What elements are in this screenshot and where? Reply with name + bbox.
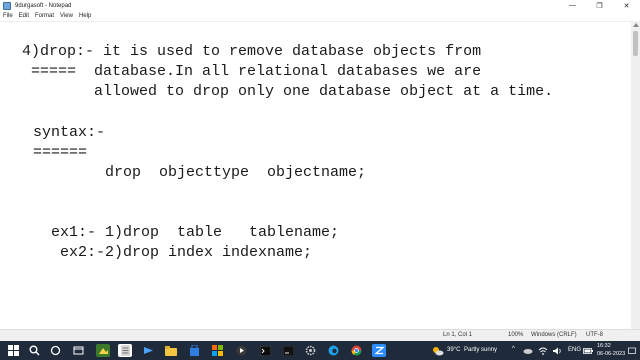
menu-bar: File Edit Format View Help: [0, 11, 640, 21]
menu-format[interactable]: Format: [32, 13, 57, 19]
menu-edit[interactable]: Edit: [16, 13, 32, 19]
clock-time[interactable]: 16:32: [597, 343, 611, 349]
zoom-level: 100%: [508, 332, 524, 338]
search-icon[interactable]: [27, 344, 41, 357]
weather-description: Partly sunny: [464, 347, 498, 353]
onedrive-icon[interactable]: [523, 344, 533, 357]
tray-overflow-icon[interactable]: ^: [512, 346, 515, 352]
text-line: ex1:- 1)drop table tablename;: [51, 224, 340, 241]
zoom-icon[interactable]: [372, 344, 386, 357]
scroll-thumb[interactable]: [633, 31, 638, 56]
weather-temp: 39°C: [447, 347, 461, 353]
folder-icon[interactable]: [164, 344, 178, 357]
menu-help[interactable]: Help: [76, 13, 94, 19]
text-line: syntax:-: [33, 124, 106, 141]
settings-icon[interactable]: [303, 344, 317, 357]
status-bar: Ln 1, Col 1 100% Windows (CRLF) UTF-8: [0, 329, 640, 341]
widgets-icon[interactable]: [210, 344, 224, 357]
text-line: 4)drop:- it is used to remove database o…: [22, 43, 482, 60]
windows-start-icon[interactable]: [6, 344, 20, 357]
text-line: allowed to drop only one database object…: [22, 83, 554, 100]
store-icon[interactable]: [187, 344, 201, 357]
wifi-icon[interactable]: [538, 344, 548, 357]
minimize-button[interactable]: —: [559, 0, 586, 11]
title-bar: 9durgasoft - Notepad — ❐ ✕: [0, 0, 640, 11]
edge-icon[interactable]: [326, 344, 340, 357]
task-view-icon[interactable]: [48, 344, 62, 357]
clock-date[interactable]: 06-06-2023: [597, 351, 625, 357]
text-line: ex2:-2)drop index indexname;: [60, 244, 313, 261]
browser-icon[interactable]: [141, 344, 155, 357]
scroll-up-icon[interactable]: [633, 23, 639, 27]
text-line: ===== database.In all relational databas…: [22, 63, 482, 80]
notification-icon[interactable]: [628, 344, 636, 357]
encoding: UTF-8: [586, 332, 603, 338]
chrome-icon[interactable]: [349, 344, 363, 357]
text-area[interactable]: 4)drop:- it is used to remove database o…: [0, 22, 631, 330]
close-button[interactable]: ✕: [613, 0, 640, 11]
vertical-scrollbar[interactable]: [631, 21, 640, 329]
taskbar: 39°C Partly sunny ^ ENG 16:32 06-06-2023: [0, 341, 640, 360]
notepad-app-icon: [3, 1, 11, 10]
menu-view[interactable]: View: [57, 13, 76, 19]
battery-icon[interactable]: [583, 344, 593, 357]
file-explorer-icon[interactable]: [71, 344, 85, 357]
text-line: drop objecttype objectname;: [42, 164, 367, 181]
line-ending: Windows (CRLF): [531, 332, 577, 338]
menu-file[interactable]: File: [0, 13, 16, 19]
language-indicator[interactable]: ENG: [568, 347, 581, 353]
media-player-icon[interactable]: [234, 344, 248, 357]
cursor-position: Ln 1, Col 1: [443, 332, 473, 338]
text-editor[interactable]: 4)drop:- it is used to remove database o…: [0, 21, 631, 329]
media-icon[interactable]: [96, 344, 110, 357]
notepad-icon[interactable]: [118, 344, 132, 357]
window-title: 9durgasoft - Notepad: [15, 2, 72, 9]
weather-icon[interactable]: [432, 344, 444, 357]
terminal-icon[interactable]: [281, 344, 295, 357]
maximize-button[interactable]: ❐: [586, 0, 613, 11]
text-line: ======: [33, 144, 88, 161]
window-controls: — ❐ ✕: [559, 0, 640, 11]
terminal-icon[interactable]: [258, 344, 272, 357]
volume-icon[interactable]: [552, 344, 562, 357]
